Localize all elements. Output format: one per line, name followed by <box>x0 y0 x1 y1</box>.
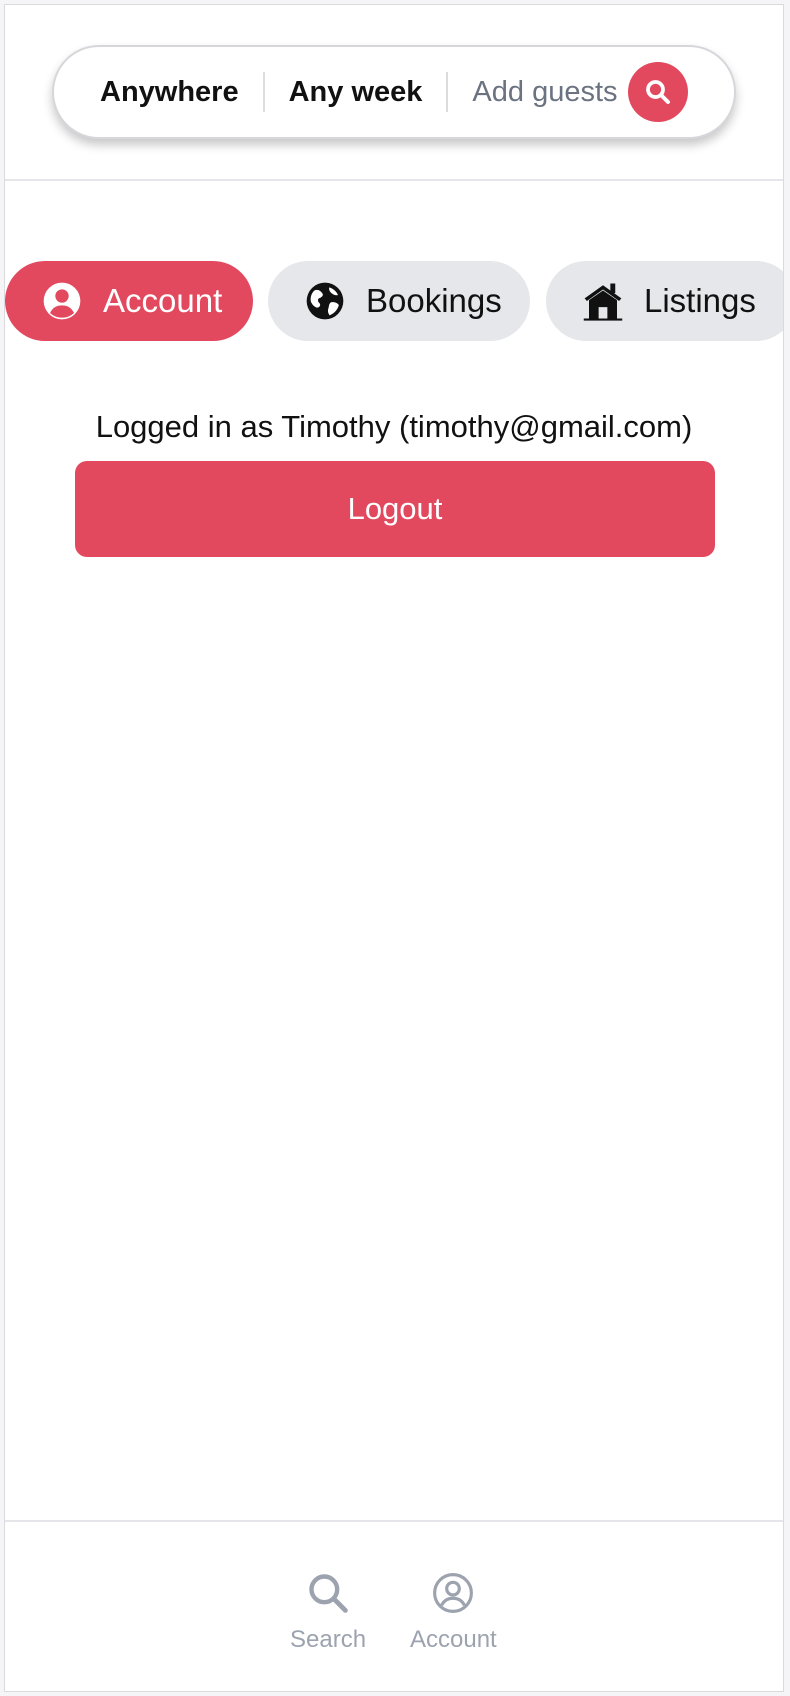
search-icon <box>646 80 670 104</box>
logout-button[interactable]: Logout <box>75 461 715 557</box>
guests-filter[interactable]: Add guests <box>472 76 617 109</box>
divider <box>262 72 265 112</box>
header: Anywhere Any week Add guests <box>5 5 783 181</box>
location-filter[interactable]: Anywhere <box>100 76 239 109</box>
search-bar[interactable]: Anywhere Any week Add guests <box>52 45 736 139</box>
globe-icon <box>304 280 346 322</box>
tab-bookings[interactable]: Bookings <box>268 261 530 341</box>
nav-search[interactable]: Search <box>290 1570 366 1654</box>
nav-label: Account <box>410 1626 497 1653</box>
tab-label: Bookings <box>366 282 502 319</box>
nav-account[interactable]: Account <box>410 1570 497 1654</box>
user-circle-icon <box>430 1570 476 1616</box>
tab-label: Listings <box>644 282 756 319</box>
login-status-text: Logged in as Timothy (timothy@gmail.com) <box>95 409 693 444</box>
tab-label: Account <box>103 282 223 319</box>
nav-label: Search <box>290 1626 367 1653</box>
dates-filter[interactable]: Any week <box>289 76 423 109</box>
app-frame: Anywhere Any week Add guests Account Boo… <box>4 4 784 1692</box>
bottom-nav: Search Account <box>5 1520 783 1691</box>
account-tabs: Account Bookings Listings <box>5 261 783 341</box>
search-button[interactable] <box>628 62 688 122</box>
tab-account[interactable]: Account <box>5 261 253 341</box>
divider <box>446 72 449 112</box>
user-circle-icon <box>41 280 83 322</box>
search-icon <box>305 1570 351 1616</box>
tab-listings[interactable]: Listings <box>546 261 783 341</box>
home-icon <box>582 280 624 322</box>
